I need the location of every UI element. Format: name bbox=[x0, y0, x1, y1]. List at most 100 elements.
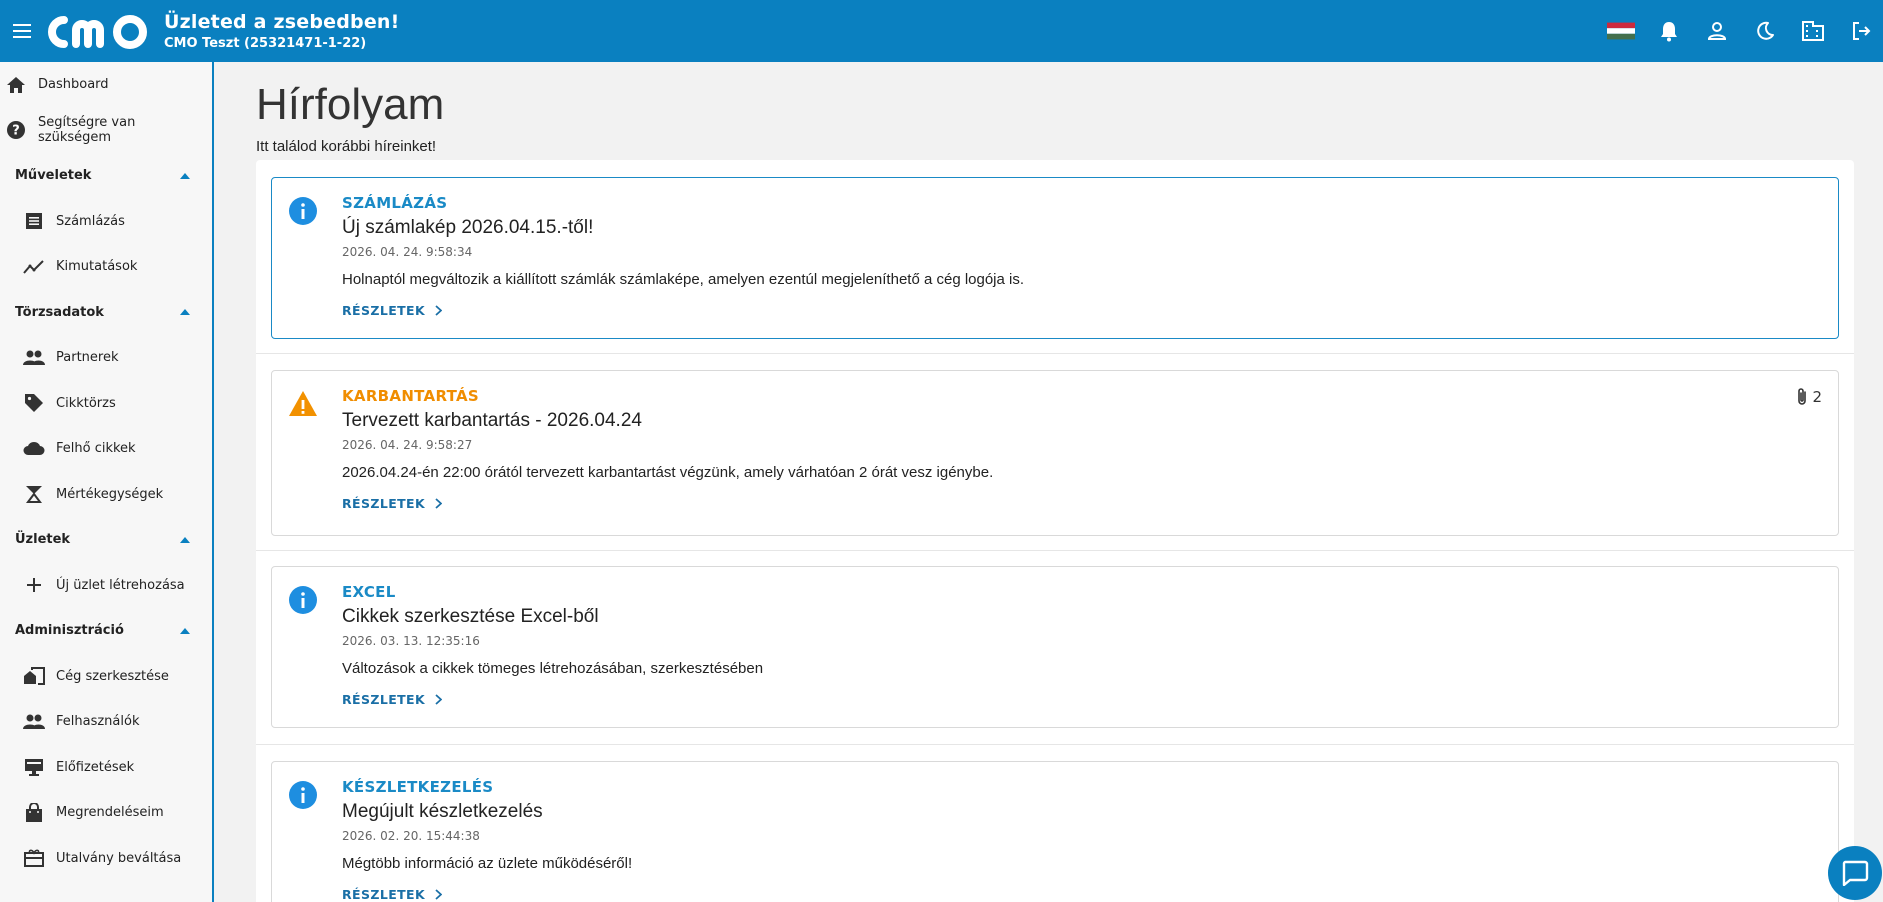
language-flag-hu[interactable] bbox=[1607, 17, 1635, 45]
news-date: 2026. 03. 13. 12:35:16 bbox=[342, 634, 480, 648]
sidebar-item-label: Cikktörzs bbox=[56, 395, 116, 411]
news-text: Változások a cikkek tömeges létrehozásáb… bbox=[342, 660, 764, 677]
chevron-up-icon bbox=[180, 309, 190, 316]
home-icon bbox=[7, 76, 25, 93]
sidebar-item-label: Előfizetések bbox=[56, 759, 135, 775]
sidebar-item-label: Segítségre van szükségem bbox=[38, 115, 136, 146]
news-title: Tervezett karbantartás - 2026.04.24 bbox=[342, 410, 642, 431]
sidebar-item-kimutatasok[interactable]: Kimutatások bbox=[0, 244, 212, 290]
sidebar-item-label: Utalvány beváltása bbox=[56, 850, 182, 866]
news-title: Új számlakép 2026.04.15.-től! bbox=[342, 217, 594, 238]
theme-toggle-button[interactable] bbox=[1751, 17, 1779, 45]
home-work-icon bbox=[24, 667, 45, 686]
news-date: 2026. 02. 20. 15:44:38 bbox=[342, 829, 480, 843]
shopping-bag-icon bbox=[26, 802, 42, 822]
sidebar-group-torzsadatok[interactable]: Törzsadatok bbox=[0, 290, 212, 336]
group-label: Műveletek bbox=[15, 168, 92, 184]
main-content: Hírfolyam Itt találod korábbi híreinket!… bbox=[214, 62, 1883, 902]
people-icon bbox=[23, 350, 45, 365]
chevron-right-icon bbox=[435, 498, 443, 509]
details-link[interactable]: RÉSZLETEK bbox=[342, 692, 443, 707]
info-icon bbox=[289, 781, 317, 809]
subscription-icon bbox=[25, 759, 43, 777]
news-card[interactable]: KARBANTARTÁS Tervezett karbantartás - 20… bbox=[271, 370, 1839, 536]
sidebar-item-felhasznalok[interactable]: Felhasználók bbox=[0, 699, 212, 745]
news-category: EXCEL bbox=[342, 583, 396, 601]
sidebar-item-cikktorzs[interactable]: Cikktörzs bbox=[0, 381, 212, 427]
company-switch-button[interactable] bbox=[1799, 17, 1827, 45]
sidebar-item-uj-uzlet[interactable]: Új üzlet létrehozása bbox=[0, 563, 212, 609]
plus-icon bbox=[27, 578, 41, 593]
people-icon bbox=[23, 714, 45, 729]
page-subtitle: Itt találod korábbi híreinket! bbox=[256, 138, 437, 155]
news-category: SZÁMLÁZÁS bbox=[342, 194, 448, 212]
sidebar-group-adminisztracio[interactable]: Adminisztráció bbox=[0, 608, 212, 654]
sidebar-item-ceg-szerkesztese[interactable]: Cég szerkesztése bbox=[0, 654, 212, 700]
details-label: RÉSZLETEK bbox=[342, 496, 426, 511]
sidebar-item-label: Mértékegységek bbox=[56, 486, 164, 502]
details-link[interactable]: RÉSZLETEK bbox=[342, 496, 443, 511]
chevron-up-icon bbox=[180, 172, 190, 179]
sidebar-item-felho-cikkek[interactable]: Felhő cikkek bbox=[0, 426, 212, 472]
sidebar-item-label: Dashboard bbox=[38, 77, 109, 93]
sidebar-item-help[interactable]: ? Segítségre van szükségem bbox=[0, 108, 212, 154]
sidebar: Dashboard ? Segítségre van szükségem Műv… bbox=[0, 62, 214, 902]
news-text: Holnaptól megváltozik a kiállított száml… bbox=[342, 271, 1025, 288]
details-label: RÉSZLETEK bbox=[342, 692, 426, 707]
help-icon: ? bbox=[7, 121, 25, 140]
chat-button[interactable] bbox=[1828, 846, 1882, 900]
sidebar-group-muveletek[interactable]: Műveletek bbox=[0, 153, 212, 199]
chevron-up-icon bbox=[180, 536, 190, 543]
details-link[interactable]: RÉSZLETEK bbox=[342, 887, 443, 902]
news-text: Mégtöbb információ az üzlete működéséről… bbox=[342, 855, 633, 872]
chevron-right-icon bbox=[435, 694, 443, 705]
sidebar-item-label: Új üzlet létrehozása bbox=[56, 577, 185, 593]
sidebar-item-label: Felhasználók bbox=[56, 714, 140, 730]
news-card[interactable]: KÉSZLETKEZELÉS Megújult készletkezelés 2… bbox=[271, 761, 1839, 902]
logout-button[interactable] bbox=[1847, 17, 1875, 45]
sidebar-item-dashboard[interactable]: Dashboard bbox=[0, 62, 212, 108]
details-link[interactable]: RÉSZLETEK bbox=[342, 303, 443, 318]
sidebar-item-partnerek[interactable]: Partnerek bbox=[0, 335, 212, 381]
sidebar-item-utalvany[interactable]: Utalvány beváltása bbox=[0, 836, 212, 882]
sidebar-item-szamlazas[interactable]: Számlázás bbox=[0, 199, 212, 245]
person-icon bbox=[1707, 22, 1727, 40]
cloud-icon bbox=[23, 442, 45, 456]
divider bbox=[256, 744, 1854, 745]
sidebar-item-label: Partnerek bbox=[56, 350, 119, 366]
news-card[interactable]: EXCEL Cikkek szerkesztése Excel-ből 2026… bbox=[271, 566, 1839, 728]
details-label: RÉSZLETEK bbox=[342, 887, 426, 902]
attachments-indicator[interactable]: 2 bbox=[1796, 387, 1822, 407]
tag-icon bbox=[25, 394, 43, 413]
divider bbox=[256, 353, 1854, 354]
menu-button[interactable] bbox=[0, 0, 44, 62]
warning-icon bbox=[289, 391, 317, 416]
details-label: RÉSZLETEK bbox=[342, 303, 426, 318]
news-category: KÉSZLETKEZELÉS bbox=[342, 778, 494, 796]
sidebar-item-mertekegysegek[interactable]: Mértékegységek bbox=[0, 472, 212, 518]
news-title: Cikkek szerkesztése Excel-ből bbox=[342, 606, 599, 627]
sidebar-item-elofizetesek[interactable]: Előfizetések bbox=[0, 745, 212, 791]
cmo-logo[interactable] bbox=[44, 11, 154, 51]
gift-card-icon bbox=[24, 849, 44, 868]
sidebar-item-label: Cég szerkesztése bbox=[56, 668, 169, 684]
news-title: Megújult készletkezelés bbox=[342, 801, 543, 822]
svg-text:?: ? bbox=[12, 124, 20, 139]
company-name: CMO Teszt (25321471-1-22) bbox=[164, 36, 367, 51]
app-tagline: Üzleted a zsebedben! bbox=[164, 11, 400, 33]
group-label: Törzsadatok bbox=[15, 304, 104, 320]
notifications-button[interactable] bbox=[1655, 17, 1683, 45]
profile-button[interactable] bbox=[1703, 17, 1731, 45]
info-icon bbox=[289, 586, 317, 614]
sidebar-item-label: Felhő cikkek bbox=[56, 441, 136, 457]
news-card[interactable]: SZÁMLÁZÁS Új számlakép 2026.04.15.-től! … bbox=[271, 177, 1839, 339]
chat-icon bbox=[1842, 860, 1869, 886]
trend-icon bbox=[23, 260, 44, 274]
group-label: Adminisztráció bbox=[15, 623, 124, 639]
sidebar-item-megrendeleseim[interactable]: Megrendeléseim bbox=[0, 790, 212, 836]
logout-icon bbox=[1853, 22, 1871, 40]
chevron-right-icon bbox=[435, 305, 443, 316]
sidebar-group-uzletek[interactable]: Üzletek bbox=[0, 517, 212, 563]
attachments-count: 2 bbox=[1812, 388, 1822, 406]
sidebar-item-label: Megrendeléseim bbox=[56, 805, 164, 821]
